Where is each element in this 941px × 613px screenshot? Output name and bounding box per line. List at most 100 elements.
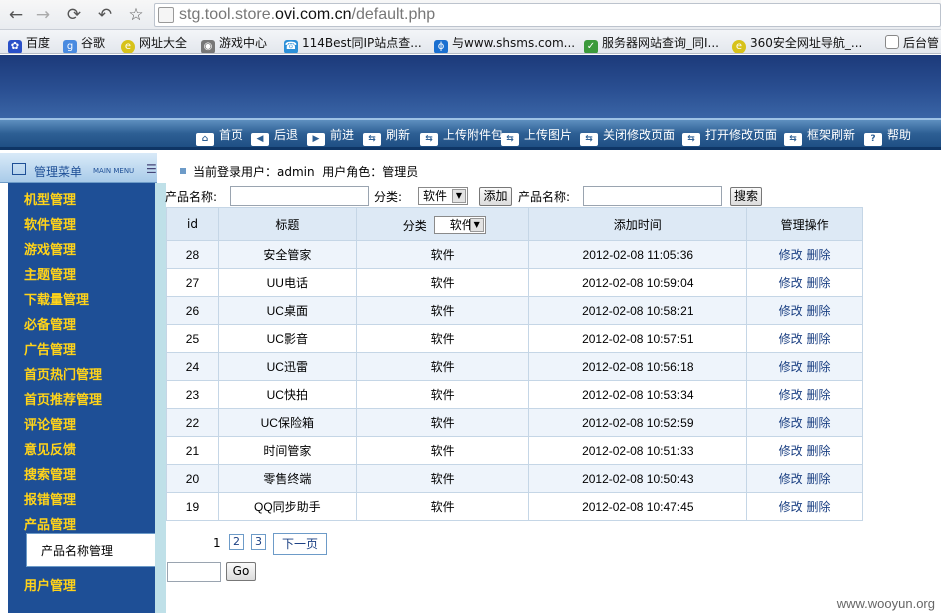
edit-link[interactable]: 修改: [779, 388, 803, 402]
toolbar-back[interactable]: ◀ 后退: [251, 126, 298, 146]
category-select[interactable]: 软件 ▼: [418, 187, 468, 205]
bookmark-item[interactable]: e 360安全网址导航_...: [732, 34, 862, 53]
edit-link[interactable]: 修改: [779, 360, 803, 374]
goto-page-input[interactable]: [167, 562, 221, 582]
search-input[interactable]: [583, 186, 722, 206]
edit-link[interactable]: 修改: [779, 276, 803, 290]
page-link-2[interactable]: 2: [229, 534, 244, 550]
bookmark-item[interactable]: e 网址大全: [121, 34, 187, 53]
google-icon: g: [63, 40, 77, 53]
sidebar-item-home-hot[interactable]: 首页热门管理: [24, 364, 102, 383]
sidebar-item-users[interactable]: 用户管理: [24, 575, 76, 594]
cell-title: UC桌面: [217, 296, 357, 325]
360-icon: e: [121, 40, 135, 53]
url-input[interactable]: stg.tool.store.ovi.com.cn/default.php: [154, 3, 941, 27]
undo-icon[interactable]: ↶: [93, 4, 117, 26]
dropdown-arrow-icon: ▼: [452, 189, 466, 203]
sidebar-item-ads[interactable]: 广告管理: [24, 339, 76, 358]
toolbar-open-edit[interactable]: ⇆ 打开修改页面: [682, 126, 777, 146]
sidebar-splitter[interactable]: [155, 183, 166, 613]
cell-actions: 修改 删除: [746, 408, 863, 437]
edit-link[interactable]: 修改: [779, 416, 803, 430]
back-arrow-icon[interactable]: ←: [4, 4, 28, 26]
product-name-input[interactable]: [230, 186, 369, 206]
sidebar-item-feedback[interactable]: 意见反馈: [24, 439, 76, 458]
star-icon[interactable]: ☆: [124, 4, 148, 26]
reload-icon[interactable]: ⟳: [62, 4, 86, 26]
menu-grid-icon: [12, 163, 26, 175]
cell-actions: 修改 删除: [746, 324, 863, 353]
sidebar: 机型管理 软件管理 游戏管理 主题管理 下载量管理 必备管理 广告管理 首页热门…: [8, 153, 156, 613]
toolbar-upload-package[interactable]: ⇆ 上传附件包: [420, 126, 503, 146]
cell-id: 20: [166, 464, 219, 493]
sidebar-item-products[interactable]: 产品管理: [24, 514, 76, 533]
sidebar-item-model[interactable]: 机型管理: [24, 189, 76, 208]
bookmark-item[interactable]: 后台管: [885, 34, 939, 51]
product-table: id 标题 分类 软件 ▼ 添加时间 管理操作 28 安全管家 软件 2012-02-0…: [166, 207, 863, 521]
cell-category: 软件: [355, 436, 530, 465]
close-page-icon: ⇆: [580, 133, 598, 146]
toolbar-forward[interactable]: ▶ 前进: [307, 126, 354, 146]
cell-category: 软件: [355, 492, 530, 521]
delete-link[interactable]: 删除: [806, 500, 830, 514]
sidebar-item-home-recommend[interactable]: 首页推荐管理: [24, 389, 102, 408]
delete-link[interactable]: 删除: [806, 444, 830, 458]
sidebar-item-errors[interactable]: 报错管理: [24, 489, 76, 508]
bookmark-item[interactable]: ϕ 与www.shsms.com...: [434, 34, 575, 53]
delete-link[interactable]: 删除: [806, 332, 830, 346]
bookmark-item[interactable]: ✓ 服务器网站查询_同I...: [584, 34, 719, 53]
edit-link[interactable]: 修改: [779, 248, 803, 262]
bookmark-item[interactable]: ☎ 114Best同IP站点查...: [284, 34, 422, 53]
edit-link[interactable]: 修改: [779, 304, 803, 318]
name-label: 产品名称:: [165, 190, 218, 204]
delete-link[interactable]: 删除: [806, 472, 830, 486]
edit-link[interactable]: 修改: [779, 332, 803, 346]
sidebar-item-downloads[interactable]: 下载量管理: [24, 289, 89, 308]
delete-link[interactable]: 删除: [806, 416, 830, 430]
add-button[interactable]: 添加: [479, 187, 512, 206]
cell-id: 19: [166, 492, 219, 521]
delete-link[interactable]: 删除: [806, 304, 830, 318]
search-button[interactable]: 搜索: [730, 187, 762, 206]
sidebar-item-themes[interactable]: 主题管理: [24, 264, 76, 283]
toolbar-close-edit[interactable]: ⇆ 关闭修改页面: [580, 126, 675, 146]
toolbar-home[interactable]: ⌂ 首页: [196, 126, 243, 146]
sidebar-item-essentials[interactable]: 必备管理: [24, 314, 76, 333]
bookmark-item[interactable]: ◉ 游戏中心: [201, 34, 267, 53]
sidebar-item-comments[interactable]: 评论管理: [24, 414, 76, 433]
header-id: id: [166, 207, 219, 241]
toolbar-help[interactable]: ? 帮助: [864, 126, 911, 146]
delete-link[interactable]: 删除: [806, 248, 830, 262]
cell-actions: 修改 删除: [746, 380, 863, 409]
bookmark-item[interactable]: ✿ 百度: [8, 34, 50, 53]
delete-link[interactable]: 删除: [806, 360, 830, 374]
back-icon: ◀: [251, 133, 269, 146]
cell-title: 时间管家: [217, 436, 357, 465]
collapse-handle-icon[interactable]: ☰: [146, 162, 157, 176]
browser-address-bar: ← → ⟳ ↶ ☆ stg.tool.store.ovi.com.cn/defa…: [0, 0, 941, 30]
sidebar-item-software[interactable]: 软件管理: [24, 214, 76, 233]
sidebar-subitem-product-names[interactable]: 产品名称管理: [26, 533, 156, 567]
edit-link[interactable]: 修改: [779, 472, 803, 486]
forward-arrow-icon[interactable]: →: [31, 4, 55, 26]
feather-icon: ϕ: [434, 40, 448, 53]
go-button[interactable]: Go: [226, 562, 256, 581]
header-category-select[interactable]: 软件 ▼: [433, 216, 486, 234]
cell-time: 2012-02-08 10:56:18: [528, 352, 748, 381]
delete-link[interactable]: 删除: [806, 388, 830, 402]
next-page-button[interactable]: 下一页: [273, 533, 327, 555]
toolbar-frame-refresh[interactable]: ⇆ 框架刷新: [784, 126, 855, 146]
paw-icon: ✿: [8, 40, 22, 53]
edit-link[interactable]: 修改: [779, 444, 803, 458]
cell-actions: 修改 删除: [746, 296, 863, 325]
delete-link[interactable]: 删除: [806, 276, 830, 290]
toolbar-refresh[interactable]: ⇆ 刷新: [363, 126, 410, 146]
current-user: admin: [277, 165, 315, 179]
table-row: 28 安全管家 软件 2012-02-08 11:05:36 修改 删除: [166, 240, 863, 269]
sidebar-item-games[interactable]: 游戏管理: [24, 239, 76, 258]
page-link-3[interactable]: 3: [251, 534, 266, 550]
sidebar-item-search[interactable]: 搜索管理: [24, 464, 76, 483]
toolbar-upload-image[interactable]: ⇆ 上传图片: [501, 126, 572, 146]
edit-link[interactable]: 修改: [779, 500, 803, 514]
bookmark-item[interactable]: g 谷歌: [63, 34, 105, 53]
